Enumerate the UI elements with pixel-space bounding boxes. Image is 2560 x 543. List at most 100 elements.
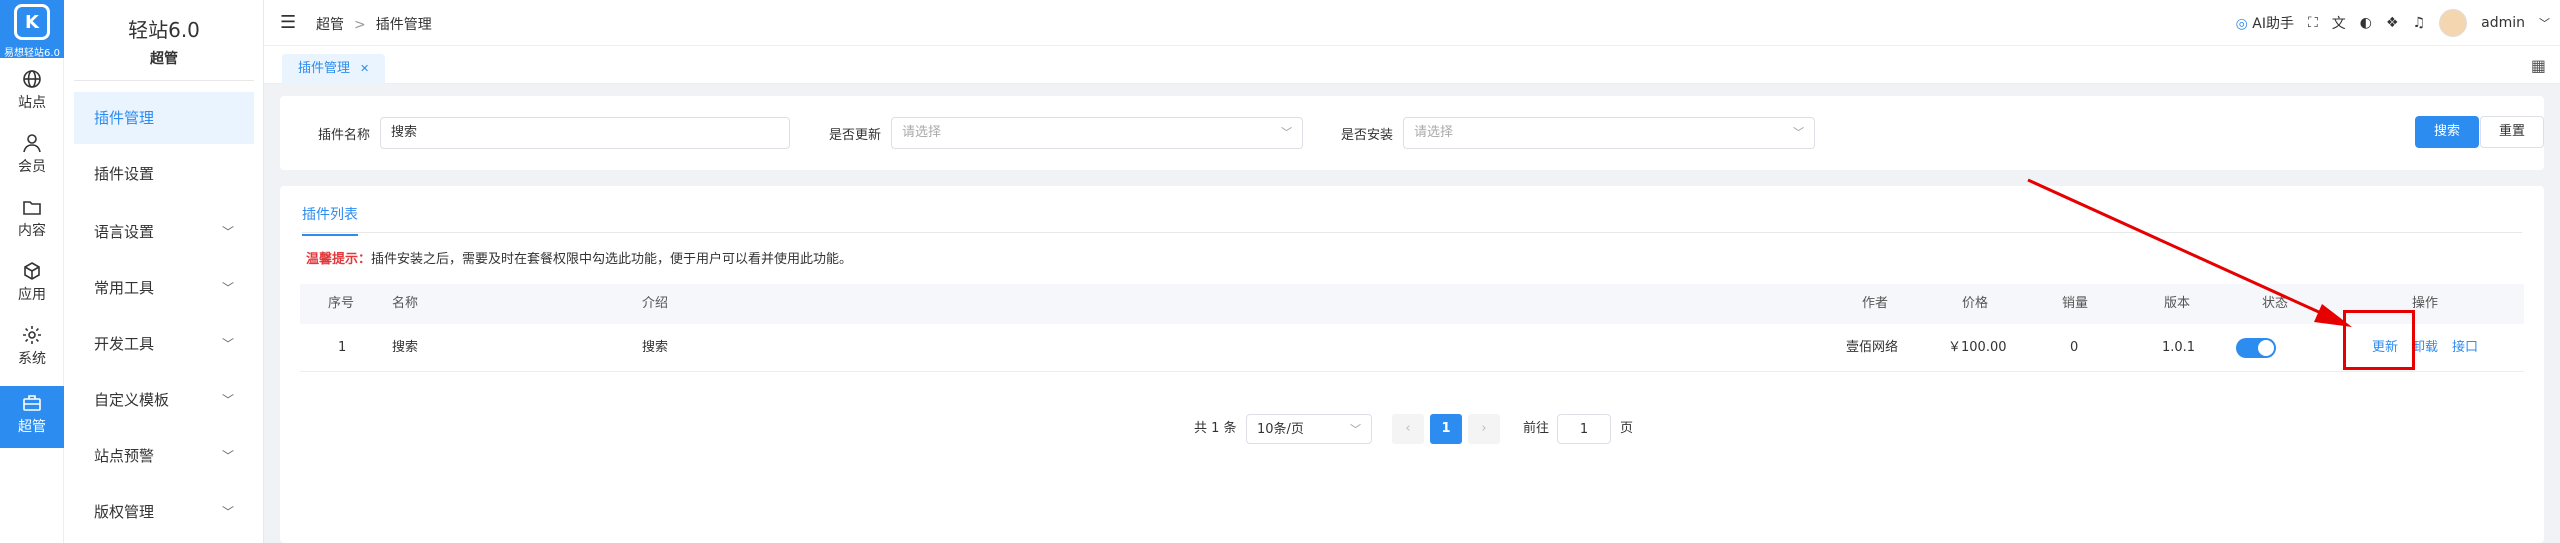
rail-label: 内容 xyxy=(18,223,46,239)
page-size-select[interactable]: 10条/页 ﹀ xyxy=(1246,414,1372,444)
plugin-list-panel: 插件列表 温馨提示：插件安装之后，需要及时在套餐权限中勾选此功能，便于用户可以看… xyxy=(280,186,2544,543)
rail-label: 超管 xyxy=(18,419,46,435)
submenu-title: 轻站6.0 xyxy=(128,18,200,42)
tabs-bar: 插件管理 ✕ ▦ xyxy=(264,46,2560,84)
sidebar-item-label: 插件管理 xyxy=(94,109,155,127)
gear-icon xyxy=(21,324,43,346)
rail-label: 系统 xyxy=(18,351,46,367)
sidebar-item-site-alert[interactable]: 站点预警 ﹀ xyxy=(74,430,254,482)
avatar[interactable] xyxy=(2439,9,2468,37)
rail-item-apps[interactable]: 应用 xyxy=(0,254,64,316)
logo-icon: K xyxy=(14,4,50,40)
sidebar-item-language[interactable]: 语言设置 ﹀ xyxy=(74,206,254,258)
next-page-button[interactable]: › xyxy=(1468,414,1500,444)
submenu: 轻站6.0 超管 插件管理 插件设置 语言设置 ﹀ 常用工具 ﹀ 开发工具 ﹀ 自定义… xyxy=(64,0,264,543)
cell-index: 1 xyxy=(338,340,347,355)
tab-label: 插件管理 xyxy=(298,61,351,76)
grid-icon[interactable]: ▦ xyxy=(2531,56,2546,75)
sidebar-item-label: 版权管理 xyxy=(94,503,155,521)
fullscreen-icon[interactable]: ⛶ xyxy=(2308,15,2318,31)
is-installed-select[interactable]: 请选择 ﹀ xyxy=(1403,117,1815,149)
col-header-status: 状态 xyxy=(2262,296,2289,311)
is-updated-placeholder: 请选择 xyxy=(902,125,942,140)
ai-assistant-label: AI助手 xyxy=(2252,16,2294,32)
tip-text: 插件安装之后，需要及时在套餐权限中勾选此功能，便于用户可以看并使用此功能。 xyxy=(371,252,853,267)
topbar-actions: ◎ AI助手 ⛶ 文 ◐ ❖ ♫ admin ﹀ xyxy=(2236,8,2550,38)
rail-item-member[interactable]: 会员 xyxy=(0,126,64,188)
is-updated-label: 是否更新 xyxy=(829,128,882,143)
breadcrumb-item[interactable]: 超管 xyxy=(316,17,344,33)
sidebar-item-plugin-settings[interactable]: 插件设置 xyxy=(74,148,254,200)
tip-key: 温馨提示： xyxy=(306,252,372,267)
cell-intro: 搜索 xyxy=(642,340,669,355)
breadcrumb-separator: > xyxy=(354,17,366,33)
prev-page-button[interactable]: ‹ xyxy=(1392,414,1424,444)
table-row: 1 搜索 搜索 壹佰网络 ￥100.00 0 1.0.1 更新 卸载 接口 xyxy=(300,324,2524,372)
translate-icon[interactable]: 文 xyxy=(2332,13,2346,33)
highlight-box xyxy=(2343,310,2415,370)
rail-item-system[interactable]: 系统 xyxy=(0,318,64,380)
rail-label: 应用 xyxy=(18,287,46,303)
goto-page-input[interactable]: 1 xyxy=(1557,414,1611,444)
pagination: 共 1 条 10条/页 ﹀ ‹ 1 › 前往 1 页 xyxy=(280,414,2544,446)
rail-item-superadmin[interactable]: 超管 xyxy=(0,386,64,448)
plugin-name-input[interactable]: 搜索 xyxy=(380,117,790,149)
page-number-current[interactable]: 1 xyxy=(1430,414,1462,444)
globe-icon xyxy=(21,68,43,90)
breadcrumb-item: 插件管理 xyxy=(375,17,432,33)
user-name[interactable]: admin xyxy=(2481,15,2525,31)
col-header-price: 价格 xyxy=(1962,296,1989,311)
uninstall-link[interactable]: 卸载 xyxy=(2412,324,2438,372)
cell-author: 壹佰网络 xyxy=(1846,340,1899,355)
chevron-down-icon: ﹀ xyxy=(221,505,234,519)
bell-icon[interactable]: ♫ xyxy=(2413,15,2426,31)
col-header-version: 版本 xyxy=(2164,296,2191,311)
warm-tip: 温馨提示：插件安装之后，需要及时在套餐权限中勾选此功能，便于用户可以看并使用此功… xyxy=(306,248,852,267)
plugin-name-label: 插件名称 xyxy=(318,128,371,143)
col-header-sales: 销量 xyxy=(2062,296,2089,311)
sidebar-item-common-tools[interactable]: 常用工具 ﹀ xyxy=(74,262,254,314)
status-toggle[interactable] xyxy=(2236,338,2276,358)
cell-sales: 0 xyxy=(2070,340,2079,355)
theme-icon[interactable]: ❖ xyxy=(2386,15,2399,31)
ai-assistant-button[interactable]: ◎ AI助手 xyxy=(2236,13,2294,33)
sidebar-item-custom-template[interactable]: 自定义模板 ﹀ xyxy=(74,374,254,426)
palette-icon[interactable]: ◐ xyxy=(2360,15,2372,31)
sidebar-item-plugin-manage[interactable]: 插件管理 xyxy=(74,92,254,144)
app-logo[interactable]: K 易想轻站6.0 xyxy=(0,0,64,59)
pager-total: 共 1 条 xyxy=(1194,421,1237,436)
chevron-down-icon: ﹀ xyxy=(221,225,234,239)
search-button[interactable]: 搜索 xyxy=(2415,116,2480,148)
rail-item-site[interactable]: 站点 xyxy=(0,62,64,124)
chevron-down-icon: ﹀ xyxy=(221,393,234,407)
is-updated-select[interactable]: 请选择 ﹀ xyxy=(891,117,1303,149)
reset-button[interactable]: 重置 xyxy=(2480,116,2544,148)
close-icon[interactable]: ✕ xyxy=(360,62,369,75)
rail-item-content[interactable]: 内容 xyxy=(0,190,64,252)
user-icon xyxy=(21,132,43,154)
divider xyxy=(302,232,2522,233)
sidebar-item-label: 插件设置 xyxy=(94,165,155,183)
sidebar-item-copyright[interactable]: 版权管理 ﹀ xyxy=(74,486,254,538)
chevron-down-icon: ﹀ xyxy=(221,337,234,351)
col-header-intro: 介绍 xyxy=(642,296,669,311)
chevron-down-icon: ﹀ xyxy=(1350,423,1361,436)
rail-label: 站点 xyxy=(18,95,46,111)
ai-logo-icon: ◎ xyxy=(2235,16,2248,32)
plugin-name-value: 搜索 xyxy=(391,125,418,140)
sidebar-item-label: 自定义模板 xyxy=(94,391,170,409)
chevron-down-icon: ﹀ xyxy=(221,281,234,295)
briefcase-icon xyxy=(21,392,43,414)
hamburger-menu-icon[interactable]: ☰ xyxy=(280,12,296,33)
sidebar-item-dev-tools[interactable]: 开发工具 ﹀ xyxy=(74,318,254,370)
tab-plugin-manage[interactable]: 插件管理 ✕ xyxy=(282,54,386,84)
sidebar-item-label: 常用工具 xyxy=(94,279,155,297)
is-installed-label: 是否安装 xyxy=(1341,128,1394,143)
icon-rail: K 易想轻站6.0 站点 会员 内容 应用 系统 超管 xyxy=(0,0,64,543)
col-header-name: 名称 xyxy=(392,296,419,311)
api-link[interactable]: 接口 xyxy=(2452,324,2478,372)
col-header-author: 作者 xyxy=(1862,296,1889,311)
col-header-actions: 操作 xyxy=(2412,296,2439,311)
sidebar-item-label: 开发工具 xyxy=(94,335,155,353)
chevron-down-icon[interactable]: ﹀ xyxy=(2539,15,2550,31)
